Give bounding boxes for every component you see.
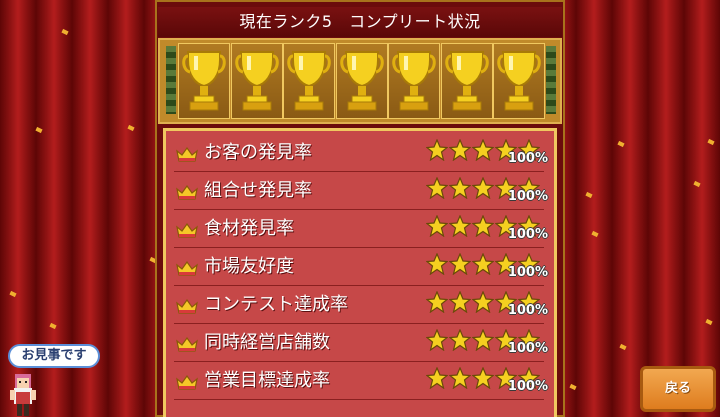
star-rating: 100%	[426, 328, 548, 360]
stat-label: お客の発見率	[204, 142, 312, 163]
trophy-icon	[444, 51, 489, 111]
back-button[interactable]: 戻る	[640, 366, 716, 412]
star-icon	[426, 215, 448, 237]
star-icon	[449, 329, 471, 351]
stat-row: 組合せ発見率 100%	[174, 173, 548, 210]
completion-stats-panel: お客の発見率 100% 組合せ発見率 100% 食材発見率 100% 市場友好度 100% コン…	[163, 128, 557, 417]
completion-percent: 100%	[507, 265, 548, 280]
star-icon	[426, 291, 448, 313]
completion-percent: 100%	[507, 189, 548, 204]
crown-icon	[176, 374, 198, 390]
star-icon	[472, 367, 494, 389]
star-icon	[426, 253, 448, 275]
star-rating: 100%	[426, 138, 548, 170]
completion-percent: 100%	[507, 341, 548, 356]
completion-percent: 100%	[507, 379, 548, 394]
star-icon	[426, 367, 448, 389]
trophy-icon	[287, 51, 331, 111]
star-icon	[472, 215, 494, 237]
star-icon	[449, 215, 471, 237]
trophy-slot	[230, 43, 283, 119]
star-icon	[449, 177, 471, 199]
trophy-slot	[335, 43, 388, 119]
trophy-icon	[339, 51, 384, 111]
trophy-slot	[493, 43, 545, 119]
stat-row: 市場友好度 100%	[174, 249, 548, 286]
star-icon	[449, 291, 471, 313]
star-rating: 100%	[426, 214, 548, 246]
crown-icon	[176, 298, 198, 314]
star-rating: 100%	[426, 366, 548, 398]
star-rating: 100%	[426, 290, 548, 322]
stat-row: お客の発見率 100%	[174, 135, 548, 172]
completion-percent: 100%	[507, 303, 548, 318]
trophy-shelf	[158, 38, 562, 124]
trophy-slot	[440, 43, 493, 119]
star-icon	[426, 139, 448, 161]
star-rating: 100%	[426, 252, 548, 284]
completion-percent: 100%	[507, 151, 548, 166]
star-rating: 100%	[426, 176, 548, 208]
trophy-icon	[497, 51, 541, 111]
crown-icon	[176, 336, 198, 352]
star-icon	[472, 291, 494, 313]
crown-icon	[176, 184, 198, 200]
stat-label: 同時経営店舗数	[204, 332, 330, 353]
star-icon	[472, 253, 494, 275]
stat-label: コンテスト達成率	[204, 294, 348, 315]
stat-row: 営業目標達成率 100%	[174, 363, 548, 400]
trophy-icon	[182, 51, 226, 111]
trophy-icon	[234, 51, 279, 111]
stat-label: 営業目標達成率	[204, 370, 330, 391]
star-icon	[426, 177, 448, 199]
crown-icon	[176, 146, 198, 162]
stat-label: 組合せ発見率	[204, 180, 312, 201]
shelf-decoration	[166, 46, 176, 114]
trophy-slot	[388, 43, 440, 119]
trophy-icon	[392, 51, 436, 111]
completion-percent: 100%	[507, 227, 548, 242]
star-icon	[449, 253, 471, 275]
star-icon	[426, 329, 448, 351]
stat-label: 食材発見率	[204, 218, 294, 239]
character-sprite	[10, 374, 36, 416]
crown-icon	[176, 260, 198, 276]
trophy-slot	[178, 43, 230, 119]
star-icon	[472, 177, 494, 199]
star-icon	[472, 139, 494, 161]
stat-row: コンテスト達成率 100%	[174, 287, 548, 324]
star-icon	[449, 367, 471, 389]
stat-row: 同時経営店舗数 100%	[174, 325, 548, 362]
page-title: 現在ランク5 コンプリート状況	[158, 7, 562, 37]
star-icon	[472, 329, 494, 351]
crown-icon	[176, 222, 198, 238]
trophy-slot	[283, 43, 335, 119]
stat-row: 食材発見率 100%	[174, 211, 548, 248]
shelf-decoration	[546, 46, 556, 114]
stat-label: 市場友好度	[204, 256, 294, 277]
star-icon	[449, 139, 471, 161]
speech-bubble: お見事です	[8, 344, 100, 368]
